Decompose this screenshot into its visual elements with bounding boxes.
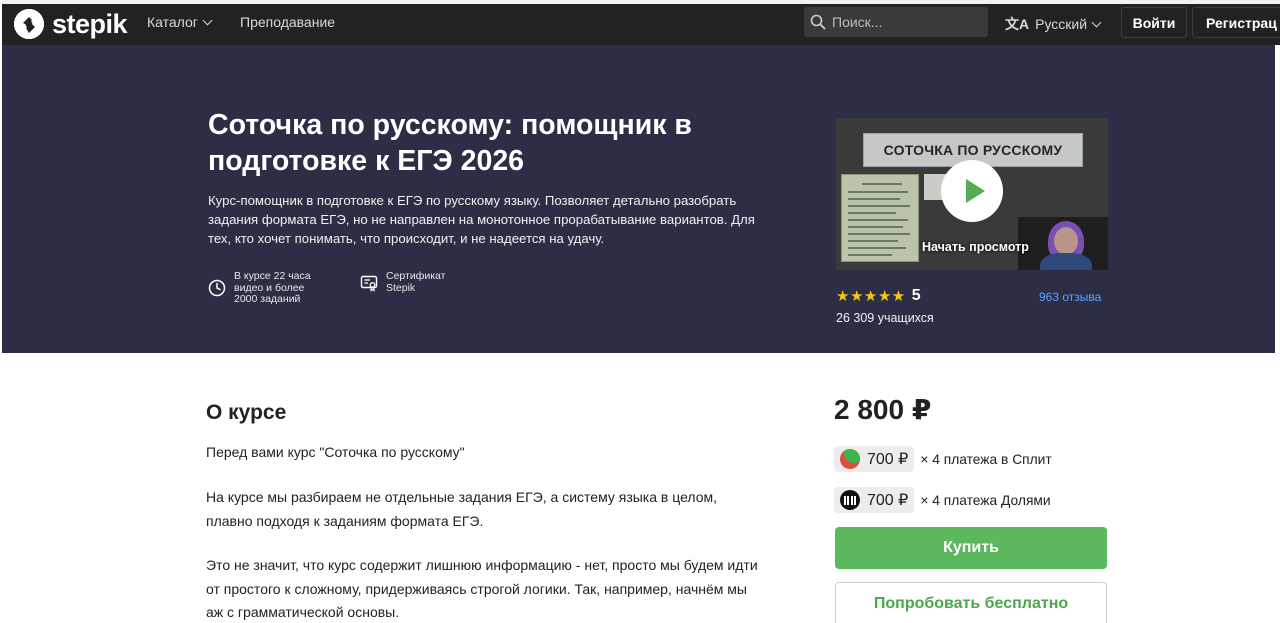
course-description: Курс-помощник в подготовке к ЕГЭ по русс…	[208, 193, 755, 246]
installment-text: × 4 платежа в Сплит	[920, 451, 1052, 467]
split-icon	[840, 449, 860, 469]
stepik-logo-icon	[14, 9, 44, 39]
certificate-icon	[360, 275, 378, 292]
course-rating: ★★★★★ 5	[836, 287, 921, 305]
buy-button[interactable]: Купить	[835, 527, 1107, 569]
logo-text: stepik	[52, 8, 128, 39]
installment-dolyami[interactable]: 700 ₽ × 4 платежа Долями	[834, 487, 1051, 513]
installment-split[interactable]: 700 ₽ × 4 платежа в Сплит	[834, 446, 1052, 472]
reviews-link[interactable]: 963 отзыва	[1039, 290, 1101, 304]
login-button[interactable]: Войти	[1121, 7, 1187, 38]
about-paragraph: Это не значит, что курс содержит лишнюю …	[206, 557, 758, 620]
about-course-heading: О курсе	[206, 401, 287, 424]
translate-icon: 文A	[1005, 16, 1030, 32]
video-notes-sheet	[841, 174, 919, 262]
feature-certificate-text: Сертификат Stepik	[386, 270, 446, 294]
feature-certificate: Сертификат Stepik	[360, 270, 456, 294]
nav-catalog-label: Каталог	[147, 14, 198, 30]
installment-text: × 4 платежа Долями	[920, 492, 1051, 508]
top-navigation-bar: stepik Каталог Преподавание 文A Русский В…	[2, 0, 1280, 45]
about-paragraph: На курсе мы разбираем не отдельные задан…	[206, 489, 718, 529]
feature-video-hours-text: В курсе 22 часа видео и более 2000 задан…	[234, 270, 311, 305]
search-box	[804, 7, 988, 37]
stepik-logo[interactable]: stepik	[14, 8, 128, 40]
nav-teaching[interactable]: Преподавание	[240, 14, 335, 30]
play-icon	[965, 179, 985, 203]
about-paragraph: Перед вами курс "Соточка по русскому"	[206, 444, 465, 460]
installment-amount: 700 ₽	[867, 492, 909, 509]
nav-teaching-label: Преподавание	[240, 14, 336, 30]
installment-amount-chip: 700 ₽	[834, 487, 915, 513]
course-title: Соточка по русскому: помощник в подготов…	[208, 109, 692, 177]
try-free-button[interactable]: Попробовать бесплатно	[835, 582, 1107, 623]
search-input[interactable]	[832, 14, 982, 30]
register-button[interactable]: Регистрац	[1192, 7, 1280, 38]
course-price: 2 800 ₽	[834, 394, 932, 425]
rating-value: 5	[911, 287, 921, 304]
course-hero: Соточка по русскому: помощник в подготов…	[2, 45, 1275, 353]
clock-icon	[208, 280, 226, 297]
language-selector[interactable]: 文A Русский	[1005, 14, 1102, 34]
video-presenter-thumbnail	[1018, 217, 1108, 270]
chevron-down-icon	[202, 15, 213, 25]
search-icon	[810, 14, 826, 30]
feature-video-hours: В курсе 22 часа видео и более 2000 задан…	[208, 270, 322, 306]
language-label: Русский	[1035, 16, 1088, 32]
course-video-preview[interactable]: СОТОЧКА ПО РУССКОМУ Начать просмотр	[836, 118, 1108, 270]
start-watching-label: Начать просмотр	[922, 240, 1029, 254]
installment-amount-chip: 700 ₽	[834, 446, 915, 472]
chevron-down-icon	[1091, 17, 1102, 27]
installment-amount: 700 ₽	[867, 451, 909, 468]
play-button[interactable]	[941, 160, 1003, 222]
nav-catalog[interactable]: Каталог	[147, 14, 213, 30]
dolyami-icon	[840, 490, 860, 510]
learners-count: 26 309 учащихся	[836, 311, 934, 325]
rating-stars-icon: ★★★★★	[836, 288, 906, 305]
